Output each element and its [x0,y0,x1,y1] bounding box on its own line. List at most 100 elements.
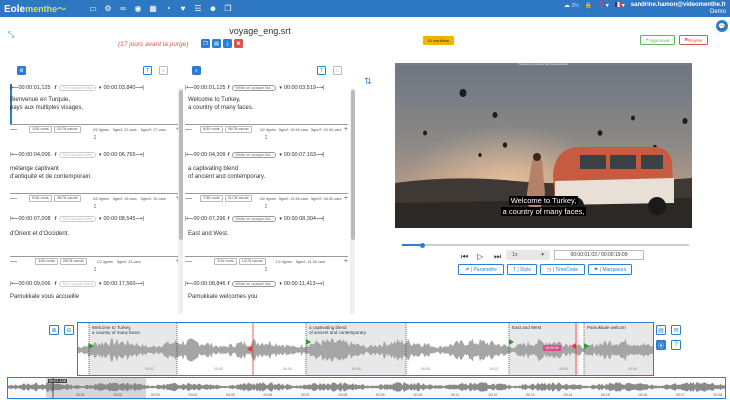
end-timecode[interactable]: 00:00:11,413 [284,281,316,287]
settings-icon[interactable]: ⚙ [103,3,113,13]
end-bracket-icon[interactable]: ⟶| [316,216,324,222]
end-timecode[interactable]: 00:00:03,519 [284,85,316,91]
style-select[interactable]: Text opaque black [59,85,96,91]
end-bracket-icon[interactable]: ⟶| [136,216,144,222]
end-bracket-icon[interactable]: ⟶| [316,85,324,91]
end-bracket-icon[interactable]: ⟶| [136,85,144,91]
start-timecode[interactable]: 00:00:01,125 [18,85,50,91]
minus-icon[interactable]: — [185,126,192,133]
copy-icon[interactable]: ❐ [201,39,210,48]
help-icon[interactable]: ? [671,340,681,350]
save-icon[interactable]: ▤ [212,39,221,48]
subtitle-text[interactable]: d'Orient et d'Occident. [10,231,69,239]
end-timecode[interactable]: 00:00:07,163 [284,152,316,158]
plus-icon[interactable]: + [344,195,348,202]
timecode-button[interactable]: ◷ | TimeCode [540,264,585,275]
list-icon[interactable]: ☰ [193,3,203,13]
style-select[interactable]: Text opaque black [59,281,96,287]
subtitle-text[interactable]: Pamukkale welcomes you [188,294,257,302]
end-timecode[interactable]: 00:00:06,765 [103,152,135,158]
start-bracket-icon[interactable]: |⟵ [185,281,193,287]
minus-icon[interactable]: — [185,195,192,202]
app-logo[interactable]: Eolementhe〜 [4,2,66,15]
end-timecode[interactable]: 00:00:08,545 [103,216,135,222]
start-timecode[interactable]: 00:00:04,309 [193,152,225,158]
style-select[interactable]: Text opaque black [59,216,96,222]
delete-icon[interactable]: ✖ [234,39,243,48]
next-frame-icon[interactable]: ⏭ [494,252,501,262]
minus-icon[interactable]: — [10,258,17,265]
approve-button[interactable]: ✔ Approuver [640,35,675,45]
start-timecode[interactable]: 00:00:07,296 [193,216,225,222]
minus-icon[interactable]: — [185,258,192,265]
start-timecode[interactable]: 00:00:01,125 [193,85,225,91]
end-bracket-icon[interactable]: ⟶| [316,281,324,287]
style-select[interactable]: White on opaque bla... [232,152,277,158]
markers-button[interactable]: ⚑ | Marqueurs [588,264,632,275]
end-bracket-icon[interactable]: ⟶| [136,281,144,287]
comment-icon[interactable]: ✉ [671,325,681,335]
style-button[interactable]: T | Style [507,264,537,275]
minus-icon[interactable]: — [10,126,17,133]
end-timecode[interactable]: 00:00:17,560 [103,281,135,287]
storage-icon[interactable]: ☁ 0% [564,2,579,9]
collapse-icon[interactable]: ⤡ [8,30,14,40]
help-icon[interactable]: ❓▾ [598,2,608,9]
seek-bar[interactable] [402,242,689,248]
chevron-down-icon[interactable]: ▾ [279,281,282,287]
monitor-icon[interactable]: ▭ [88,3,98,13]
previous-frame-icon[interactable]: ⏮ [461,252,468,262]
start-timecode[interactable]: 00:00:09,006 [18,281,50,287]
waveform-editor[interactable]: Welcome to Turkey, a country of many face… [77,322,654,376]
zoom-in-icon[interactable]: ⊕ [49,325,59,335]
style-select[interactable]: White on opaque bla... [232,85,277,91]
grid-icon[interactable]: ▦ [148,3,158,13]
start-bracket-icon[interactable]: |⟵ [10,152,18,158]
style-icon[interactable]: 𝒇 [228,281,230,287]
end-bracket-icon[interactable]: ⟶| [136,152,144,158]
chevron-down-icon[interactable]: ▾ [99,85,102,91]
parameter-button[interactable]: ⇌ | Paramètre [458,264,504,275]
seek-handle[interactable] [420,242,425,248]
start-timecode[interactable]: 00:00:04,006 [18,152,50,158]
overview-timeline[interactable]: 00:01.128 00:01 00:02 00:03 00:04 00:05 00:06… [7,377,726,399]
chevron-down-icon[interactable]: ▾ [279,216,282,222]
style-icon[interactable]: 𝒇 [55,152,57,158]
end-timecode[interactable]: 00:00:08,304 [284,216,316,222]
chevron-down-icon[interactable]: ▾ [99,152,102,158]
start-timecode[interactable]: 00:00:07,008 [18,216,50,222]
start-bracket-icon[interactable]: |⟵ [185,216,193,222]
workflow-badge[interactable]: ID workflow [423,36,454,45]
reject-button[interactable]: ✖ Rejeter [679,35,708,45]
user-menu[interactable]: sandrine.hamon@videomenthe.fr Demo [631,2,726,15]
window-icon[interactable]: ❐ [223,3,233,13]
start-bracket-icon[interactable]: |⟵ [10,216,18,222]
start-bracket-icon[interactable]: |⟵ [10,85,18,91]
subtitle-text[interactable]: Pamukkale vous accueille [10,294,79,302]
minus-icon[interactable]: — [10,195,17,202]
marker-label[interactable]: 00:00:08 [543,345,561,351]
download-icon[interactable]: ⤓ [223,39,232,48]
style-select[interactable]: White on opaque bla... [232,281,277,287]
style-icon[interactable]: 𝒇 [55,281,57,287]
plus-icon[interactable]: + [344,126,348,133]
subtitle-icon[interactable]: ▤ [656,325,666,335]
users-icon[interactable]: ☻ [208,3,218,13]
subtitle-text[interactable]: a captivating blend of ancient and contem… [188,166,265,181]
play-icon[interactable]: ▷ [477,252,483,261]
style-icon[interactable]: 𝒇 [228,152,230,158]
end-timecode[interactable]: 00:00:03,840 [103,85,135,91]
subtitle-text[interactable]: mélange captivant d'antiquité et de conte… [10,166,92,181]
location-icon[interactable]: ⦿ [656,340,666,350]
subtitle-text[interactable]: Welcome to Turkey, a country of many face… [188,97,253,112]
style-select[interactable]: White on opaque bla... [232,216,277,222]
video-player[interactable]: Sous-titres sur premier plan haute résol… [395,63,692,228]
dashboard-icon[interactable]: ◉ [133,3,143,13]
subtitle-text[interactable]: Bienvenue en Turquie, pays aux multiples … [10,97,83,112]
chevron-down-icon[interactable]: ▾ [279,85,282,91]
left-scrollbar[interactable] [178,88,183,314]
language-flag-icon[interactable]: ▾ [614,2,625,9]
start-bracket-icon[interactable]: |⟵ [185,152,193,158]
chevron-down-icon[interactable]: ▾ [99,216,102,222]
start-bracket-icon[interactable]: |⟵ [10,281,18,287]
